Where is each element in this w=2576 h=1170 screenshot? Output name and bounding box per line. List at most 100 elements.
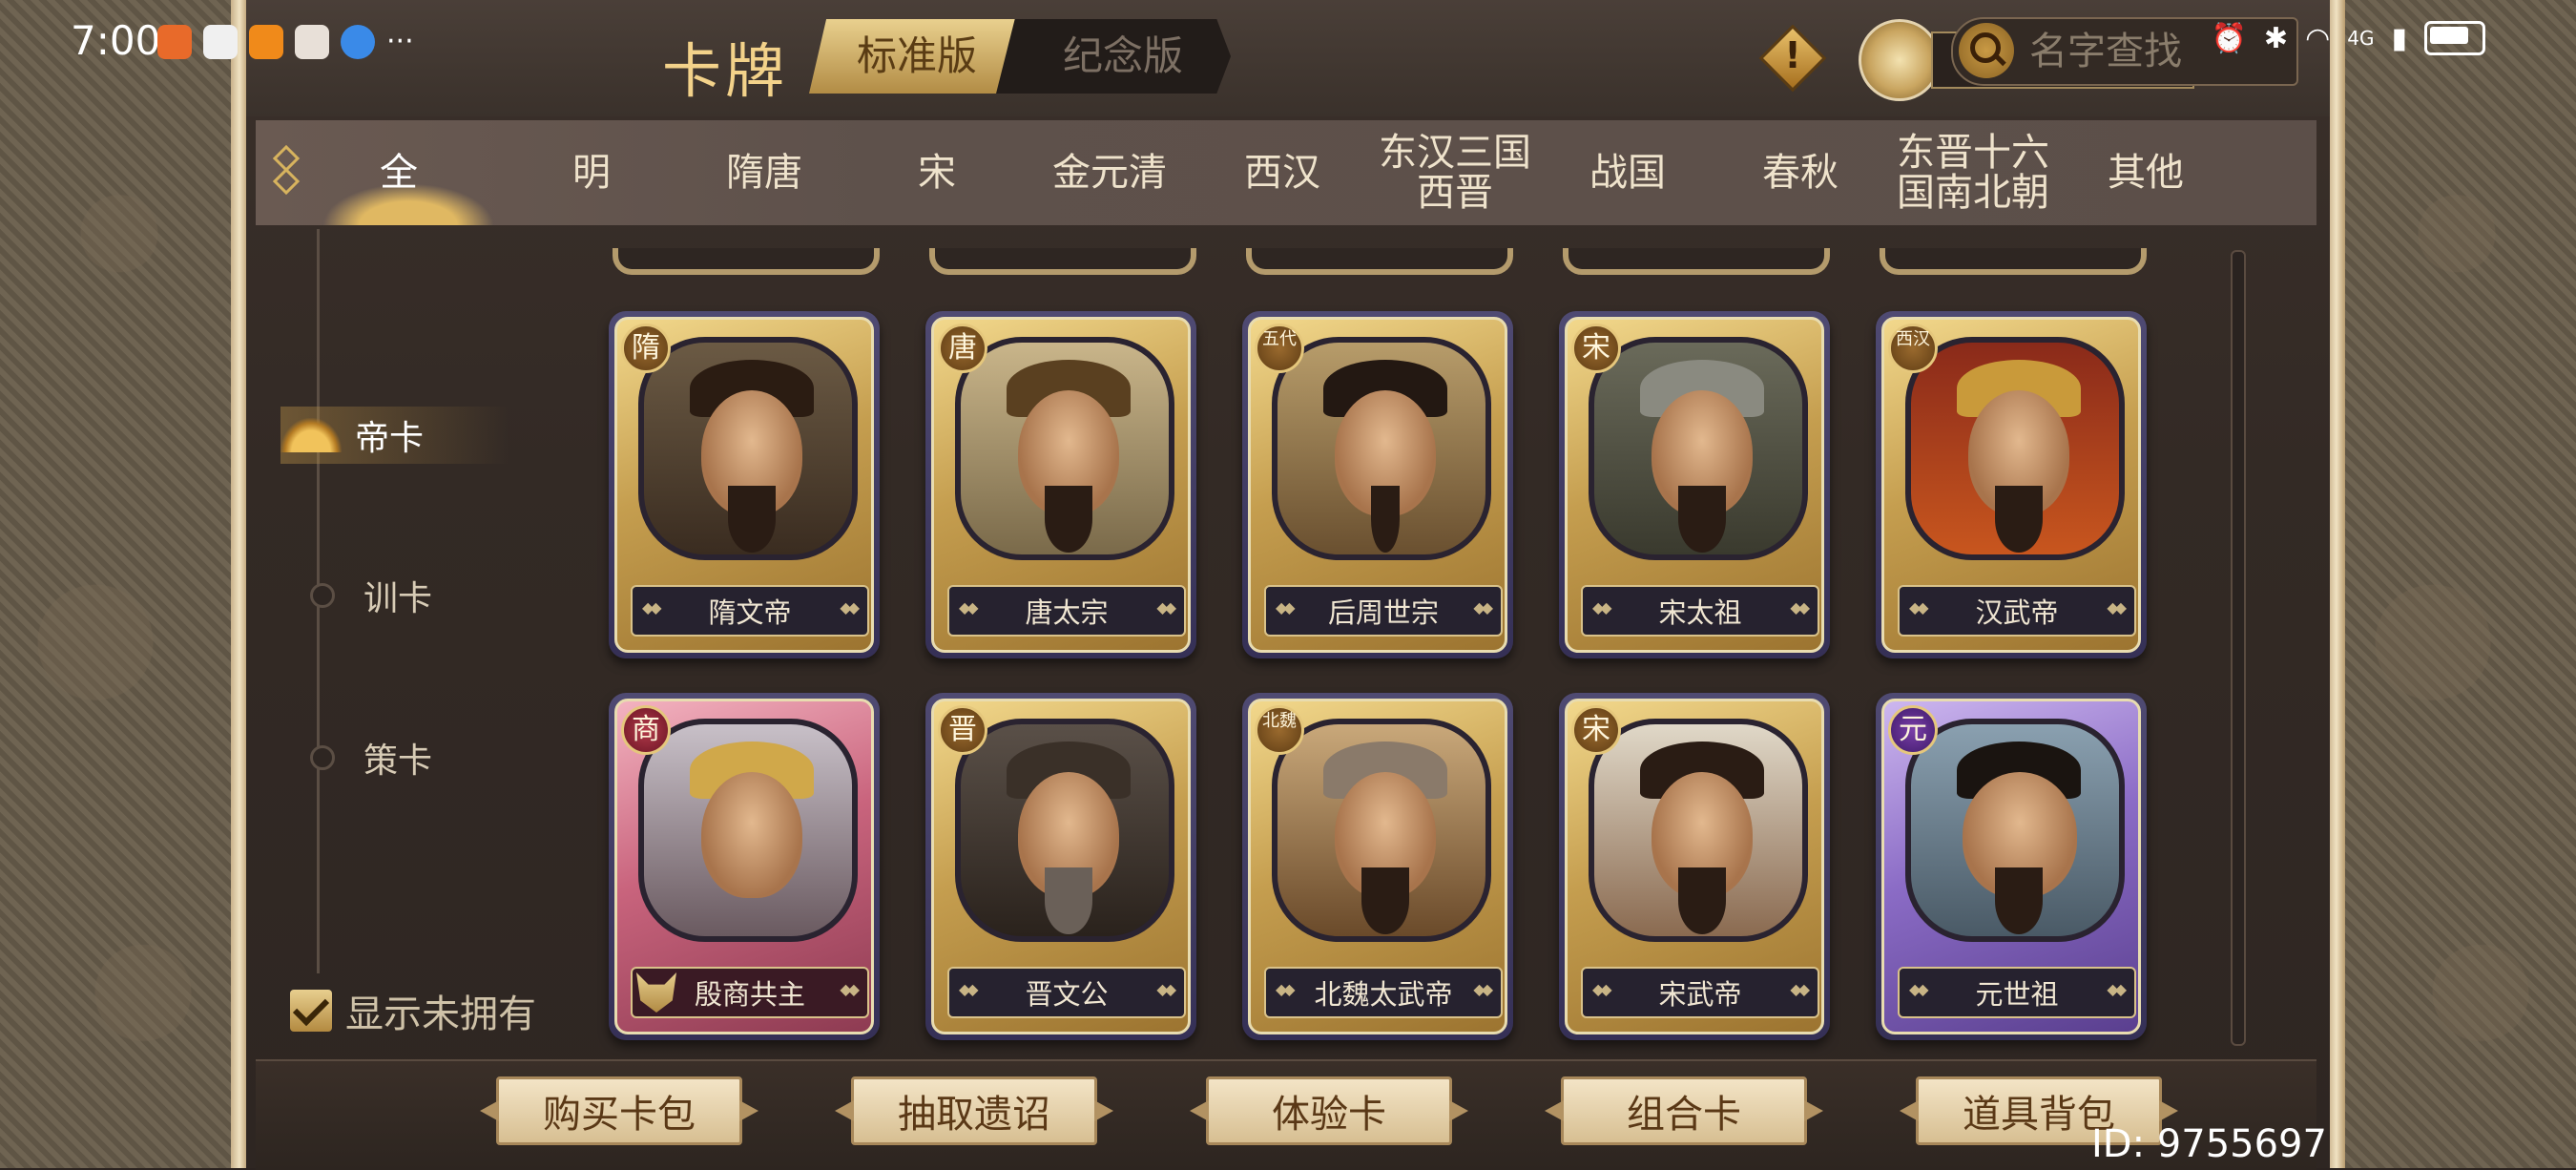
card-name: 汉武帝 xyxy=(1898,585,2136,637)
dynasty-tab-song[interactable]: 宋 xyxy=(851,120,1023,225)
card-tang-taizong[interactable]: 唐 唐太宗 xyxy=(925,311,1196,658)
buy-pack-button[interactable]: 购买卡包 xyxy=(496,1076,742,1145)
card-name-text: 殷商共主 xyxy=(694,978,805,1011)
dynasty-badge: 宋 xyxy=(1571,705,1621,755)
partial-card xyxy=(1246,248,1513,275)
app-notification-icon xyxy=(203,25,238,59)
card-yuan-shizu[interactable]: 元 元世祖 xyxy=(1876,693,2147,1040)
card-yinshang-gongzhu[interactable]: 商 殷商共主 xyxy=(609,693,880,1040)
dynasty-tab-dongjin[interactable]: 东晋十六 国南北朝 xyxy=(1887,120,2059,225)
dynasty-badge: 北魏 xyxy=(1255,705,1304,755)
right-decor-panel xyxy=(2328,0,2576,1168)
left-decor-panel xyxy=(0,0,248,1168)
top-bar: 卡牌 标准版 纪念版 ! 1682 xyxy=(246,0,2330,116)
show-unowned-toggle[interactable]: 显示未拥有 xyxy=(290,983,536,1038)
portrait xyxy=(1905,719,2125,942)
tab-standard[interactable]: 标准版 xyxy=(809,19,1026,94)
partial-card xyxy=(1880,248,2147,275)
dot-icon xyxy=(310,745,335,770)
card-name: 晋文公 xyxy=(947,967,1186,1018)
dynasty-tab-label: 战国 xyxy=(1589,151,1666,195)
dynasty-tab-xihan[interactable]: 西汉 xyxy=(1196,120,1368,225)
portrait xyxy=(638,337,858,560)
card-beiwei-taiwudi[interactable]: 北魏 北魏太武帝 xyxy=(1242,693,1513,1040)
card-sui-wendi[interactable]: 隋 隋文帝 xyxy=(609,311,880,658)
dynasty-tab-label: 其他 xyxy=(2108,151,2184,195)
card-name: 宋太祖 xyxy=(1581,585,1819,637)
dynasty-tab-label: 全 xyxy=(380,151,418,195)
dynasty-tab-label: 东晋十六 国南北朝 xyxy=(1897,131,2049,215)
status-time: 7:00 xyxy=(71,17,161,64)
dynasty-tab-all[interactable]: 全 xyxy=(313,120,494,225)
card-name: 宋武帝 xyxy=(1581,967,1819,1018)
dynasty-tab-label: 西汉 xyxy=(1244,151,1320,195)
notification-icons: ··· xyxy=(157,25,414,59)
partial-card xyxy=(613,248,880,275)
network-label: 4G xyxy=(2347,27,2375,50)
dynasty-badge: 宋 xyxy=(1571,324,1621,373)
card-jin-wengong[interactable]: 晋 晋文公 xyxy=(925,693,1196,1040)
play-notification-icon xyxy=(249,25,283,59)
user-id: ID: 9755697 xyxy=(2091,1122,2327,1166)
card-name: 隋文帝 xyxy=(631,585,869,637)
card-scrollbar[interactable] xyxy=(2231,250,2246,1046)
portrait xyxy=(1589,719,1808,942)
dynasty-badge: 五代 xyxy=(1255,324,1304,373)
signal-icon: ▮ xyxy=(2391,21,2407,55)
dynasty-tab-label: 东汉三国 西晋 xyxy=(1379,131,1531,215)
more-icon: ··· xyxy=(386,25,414,58)
card-name: 唐太宗 xyxy=(947,585,1186,637)
app-notification-icon xyxy=(295,25,329,59)
dynasty-tab-donghan[interactable]: 东汉三国 西晋 xyxy=(1369,120,1541,225)
dynasty-tab-label: 春秋 xyxy=(1762,151,1839,195)
combo-card-button[interactable]: 组合卡 xyxy=(1561,1076,1807,1145)
app-notification-icon xyxy=(341,25,375,59)
show-unowned-label: 显示未拥有 xyxy=(345,992,536,1036)
portrait xyxy=(1272,337,1491,560)
dynasty-tab-label: 金元清 xyxy=(1052,151,1167,195)
status-right: ⏰ ✱ ◠ 4G ▮ xyxy=(2212,21,2485,55)
category-emperor[interactable]: 帝卡 xyxy=(280,407,509,464)
trial-card-button[interactable]: 体验卡 xyxy=(1206,1076,1452,1145)
dot-icon xyxy=(310,583,335,608)
partial-card xyxy=(1563,248,1830,275)
dynasty-badge: 唐 xyxy=(938,324,987,373)
dynasty-tab-suitang[interactable]: 隋唐 xyxy=(678,120,850,225)
dynasty-tab-ming[interactable]: 明 xyxy=(506,120,677,225)
card-houzhou-shizong[interactable]: 五代 后周世宗 xyxy=(1242,311,1513,658)
alert-icon[interactable]: ! xyxy=(1758,24,1827,93)
dynasty-badge: 隋 xyxy=(621,324,671,373)
page-title: 卡牌 xyxy=(662,36,789,106)
dynasty-tab-other[interactable]: 其他 xyxy=(2060,120,2232,225)
dynasty-tab-label: 明 xyxy=(572,151,611,195)
lotus-icon xyxy=(280,418,342,452)
dynasty-badge: 商 xyxy=(621,705,671,755)
category-label: 帝卡 xyxy=(355,419,425,458)
search-icon[interactable] xyxy=(1959,23,2014,78)
card-name: 殷商共主 xyxy=(631,967,869,1018)
dynasty-tab-zhanguo[interactable]: 战国 xyxy=(1542,120,1714,225)
portrait xyxy=(955,337,1174,560)
portrait xyxy=(1272,719,1491,942)
category-strategy[interactable]: 策卡 xyxy=(284,729,432,786)
category-training[interactable]: 训卡 xyxy=(284,567,432,624)
portrait xyxy=(1905,337,2125,560)
card-song-wudi[interactable]: 宋 宋武帝 xyxy=(1559,693,1830,1040)
main-panel: 卡牌 标准版 纪念版 ! 1682 全 明 隋唐 宋 金元清 西汉 东汉三国 西… xyxy=(246,0,2330,1170)
card-song-taizu[interactable]: 宋 宋太祖 xyxy=(1559,311,1830,658)
category-label: 策卡 xyxy=(364,742,433,781)
checkbox[interactable] xyxy=(290,990,332,1032)
card-name: 后周世宗 xyxy=(1264,585,1503,637)
dynasty-tab-chunqiu[interactable]: 春秋 xyxy=(1714,120,1886,225)
dynasty-tab-bar: 全 明 隋唐 宋 金元清 西汉 东汉三国 西晋 战国 春秋 东晋十六 国南北朝 … xyxy=(256,120,2316,225)
dynasty-tab-label: 隋唐 xyxy=(726,151,802,195)
dynasty-tab-jinyuanqing[interactable]: 金元清 xyxy=(1024,120,1195,225)
card-han-wudi[interactable]: 西汉 汉武帝 xyxy=(1876,311,2147,658)
draw-edict-button[interactable]: 抽取遗诏 xyxy=(851,1076,1097,1145)
dynasty-badge: 元 xyxy=(1888,705,1938,755)
tab-commemorative[interactable]: 纪念版 xyxy=(996,19,1232,94)
card-name: 北魏太武帝 xyxy=(1264,967,1503,1018)
dynasty-badge: 晋 xyxy=(938,705,987,755)
card-name: 元世祖 xyxy=(1898,967,2136,1018)
dynasty-badge: 西汉 xyxy=(1888,324,1938,373)
